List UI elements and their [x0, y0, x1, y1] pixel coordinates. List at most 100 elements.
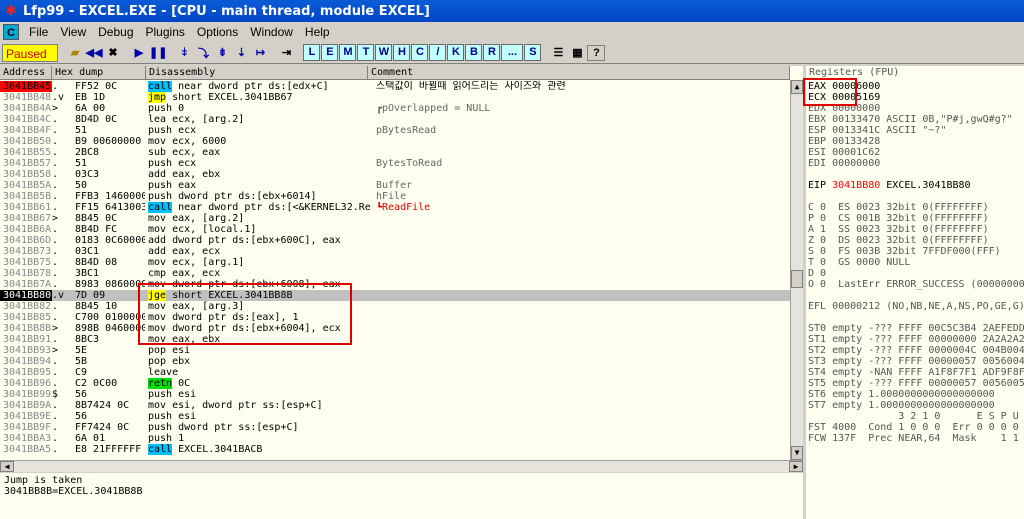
close-icon[interactable]: ✖ — [104, 44, 122, 62]
source-button[interactable]: S — [524, 44, 542, 61]
disassembly-hscroll[interactable]: ◀ ▶ — [0, 460, 803, 472]
disassembly-row[interactable]: 3041BB57. 51 push ecx BytesToRead — [0, 158, 803, 169]
handles-button[interactable]: H — [393, 44, 411, 61]
register-line[interactable]: A 1 SS 0023 32bit 0(FFFFFFFF) — [808, 224, 989, 235]
disassembly-row[interactable]: 3041BB80 .v 7D 09 jge short EXCEL.3041BB8B — [0, 290, 803, 301]
menu-help[interactable]: Help — [299, 25, 336, 39]
scroll-down-icon[interactable]: ▼ — [791, 446, 803, 460]
disassembly-row[interactable]: 3041BB50. B9 00600000 mov ecx, 6000 — [0, 136, 803, 147]
disassembly-row[interactable]: 3041BB9E. 56 push esi — [0, 411, 803, 422]
register-line[interactable]: ST6 empty 1.0000000000000000000 — [808, 389, 995, 400]
register-line[interactable]: EIP 3041BB80 EXCEL.3041BB80 — [808, 180, 971, 191]
disassembly-row[interactable]: 3041BB5A. 50 push eax Buffer — [0, 180, 803, 191]
scroll-thumb[interactable] — [791, 270, 803, 288]
scroll-left-icon[interactable]: ◀ — [0, 461, 14, 472]
run-icon[interactable]: ▶ — [130, 44, 148, 62]
disassembly-row[interactable]: 3041BB55. 2BC8 sub ecx, eax — [0, 147, 803, 158]
trace-into-icon[interactable]: ⇟ — [213, 44, 231, 62]
disassembly-row[interactable]: 3041BB78. 3BC1 cmp eax, ecx — [0, 268, 803, 279]
disassembly-row[interactable]: 3041BB4C. 8D4D 0C lea ecx, [arg.2] — [0, 114, 803, 125]
disassembly-row[interactable]: 3041BB95. C9 leave — [0, 367, 803, 378]
step-over-icon[interactable]: ⤵ — [194, 44, 212, 62]
disassembly-row[interactable]: 3041BBA3. 6A 01 push 1 — [0, 433, 803, 444]
disassembly-row[interactable]: 3041BB7A. 8983 0860000 mov dword ptr ds:[e… — [0, 279, 803, 290]
register-line[interactable]: FST 4000 Cond 1 0 0 0 Err 0 0 0 0 0 0 — [808, 422, 1024, 433]
menu-debug[interactable]: Debug — [92, 25, 139, 39]
rewind-icon[interactable]: ◀◀ — [85, 44, 103, 62]
breakpoints-button[interactable]: B — [465, 44, 483, 61]
disassembly-row[interactable]: 3041BB73. 03C1 add eax, ecx — [0, 246, 803, 257]
register-line[interactable]: ST1 empty -??? FFFF 00000000 2A2A2A2A — [808, 334, 1024, 345]
register-line[interactable]: ST5 empty -??? FFFF 00000057 00560050 — [808, 378, 1024, 389]
disassembly-pane[interactable]: Address Hex dump Disassembly Comment 304… — [0, 66, 803, 460]
disassembly-row[interactable]: 3041BB4F. 51 push ecx pBytesRead — [0, 125, 803, 136]
disassembly-row[interactable]: 3041BBA5. E8 21FFFFFF call EXCEL.3041BACB — [0, 444, 803, 455]
register-line[interactable]: S 0 FS 003B 32bit 7FFDF000(FFF) — [808, 246, 1001, 257]
patches-button[interactable]: / — [429, 44, 447, 61]
references-button[interactable]: R — [483, 44, 501, 61]
disassembly-row[interactable]: 3041BB96. C2 0C00 retn 0C — [0, 378, 803, 389]
menu-file[interactable]: File — [23, 25, 54, 39]
disassembly-row[interactable]: 3041BB85. C700 0100000 mov dword ptr ds:[e… — [0, 312, 803, 323]
help-icon[interactable]: ? — [587, 44, 606, 61]
disassembly-row[interactable]: 3041BB4A >6A 00 push 0 ┏pOverlapped = NULL — [0, 103, 803, 114]
register-line[interactable]: T 0 GS 0000 NULL — [808, 257, 910, 268]
trace-over-icon[interactable]: ⇣ — [232, 44, 250, 62]
list-icon[interactable]: ☰ — [549, 44, 567, 62]
pause-icon[interactable]: ❚❚ — [149, 44, 167, 62]
register-line[interactable]: EDX 00000000 — [808, 103, 880, 114]
go-to-icon[interactable]: ⇥ — [277, 44, 295, 62]
register-line[interactable]: P 0 CS 001B 32bit 0(FFFFFFFF) — [808, 213, 989, 224]
scroll-right-icon[interactable]: ▶ — [789, 461, 803, 472]
memory-map-button[interactable]: M — [339, 44, 357, 61]
disassembly-row[interactable]: 3041BB58. 03C3 add eax, ebx — [0, 169, 803, 180]
menu-window[interactable]: Window — [244, 25, 299, 39]
disassembly-row[interactable]: 3041BB6A. 8B4D FC mov ecx, [local.1] — [0, 224, 803, 235]
grid-icon[interactable]: ▦ — [568, 44, 586, 62]
register-line[interactable]: ST2 empty -??? FFFF 0000004C 004B0045 — [808, 345, 1024, 356]
log-window-button[interactable]: L — [303, 44, 321, 61]
column-header-address[interactable]: Address — [0, 66, 52, 80]
register-line[interactable]: ESI 00001C62 — [808, 147, 880, 158]
disassembly-row[interactable]: 3041BB67 >8B45 0C mov eax, [arg.2] — [0, 213, 803, 224]
register-line[interactable]: C 0 ES 0023 32bit 0(FFFFFFFF) — [808, 202, 989, 213]
disassembly-vscroll[interactable]: ▲ ▼ — [790, 80, 803, 460]
disassembly-row[interactable]: 3041BB75. 8B4D 08 mov ecx, [arg.1] — [0, 257, 803, 268]
disassembly-row[interactable]: 3041BB6D. 0183 0C60000 add dword ptr ds:[e… — [0, 235, 803, 246]
register-line[interactable]: EBP 00133428 — [808, 136, 880, 147]
disassembly-row[interactable]: 3041BB94. 5B pop ebx — [0, 356, 803, 367]
menu-view[interactable]: View — [54, 25, 92, 39]
cpu-button[interactable]: C — [411, 44, 429, 61]
register-line[interactable]: ST7 empty 1.0000000000000000000 — [808, 400, 995, 411]
menu-options[interactable]: Options — [191, 25, 244, 39]
disassembly-row[interactable]: 3041BB8B >898B 0460000 mov dword ptr ds:[e… — [0, 323, 803, 334]
disassembly-row[interactable]: 3041BB82. 8B45 10 mov eax, [arg.3] — [0, 301, 803, 312]
call-stack-button[interactable]: K — [447, 44, 465, 61]
disassembly-row[interactable]: 3041BB5B. FFB3 1460000 push dword ptr ds:[… — [0, 191, 803, 202]
executable-modules-button[interactable]: E — [321, 44, 339, 61]
register-line[interactable]: D 0 — [808, 268, 826, 279]
execute-till-return-icon[interactable]: ↦ — [251, 44, 269, 62]
disassembly-row[interactable]: 3041BB99 $56 push esi — [0, 389, 803, 400]
disassembly-row[interactable]: 3041BB61. FF15 6413003 call near dword ptr… — [0, 202, 803, 213]
disassembly-row[interactable]: 3041BB9A. 8B7424 0C mov esi, dword ptr ss:… — [0, 400, 803, 411]
run-trace-button[interactable]: ... — [501, 44, 524, 61]
disassembly-row[interactable]: 3041BB91. 8BC3 mov eax, ebx — [0, 334, 803, 345]
register-line[interactable]: EBX 00133470 ASCII 0B,"P#j,gwQ#g?" — [808, 114, 1013, 125]
column-header-hex[interactable]: Hex dump — [52, 66, 146, 80]
register-line[interactable]: ESP 0013341C ASCII "~?" — [808, 125, 946, 136]
open-icon[interactable]: ▰ — [66, 44, 84, 62]
scroll-up-icon[interactable]: ▲ — [791, 80, 803, 94]
register-line[interactable]: ST0 empty -??? FFFF 00C5C3B4 2AEFEDDE — [808, 323, 1024, 334]
register-line[interactable]: EAX 00006000 — [808, 81, 880, 92]
cpu-window-button[interactable]: C — [3, 24, 19, 40]
column-header-comment[interactable]: Comment — [368, 66, 790, 80]
disassembly-row[interactable]: 3041BB9F. FF7424 0C push dword ptr ss:[esp… — [0, 422, 803, 433]
register-line[interactable]: ST3 empty -??? FFFF 00000057 0056004F — [808, 356, 1024, 367]
register-line[interactable]: 3 2 1 0 E S P U O Z — [808, 411, 1024, 422]
step-into-icon[interactable]: ⤈ — [175, 44, 193, 62]
threads-button[interactable]: T — [357, 44, 375, 61]
register-line[interactable]: O 0 LastErr ERROR_SUCCESS (00000000) — [808, 279, 1024, 290]
register-line[interactable]: EFL 00000212 (NO,NB,NE,A,NS,PO,GE,G) — [808, 301, 1024, 312]
register-line[interactable]: ECX 00005169 — [808, 92, 880, 103]
